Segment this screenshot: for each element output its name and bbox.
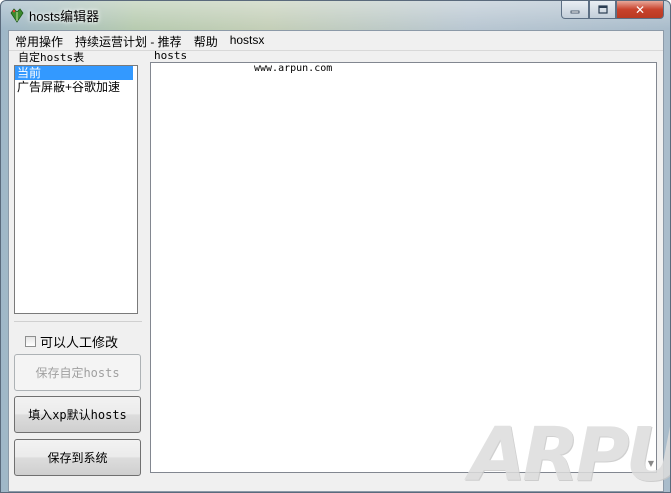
menu-bar: 常用操作 持续运营计划 - 推荐 帮助 hostsx <box>9 31 663 50</box>
menu-common-operations[interactable]: 常用操作 <box>9 31 69 50</box>
fill-xp-default-hosts-button[interactable]: 填入xp默认hosts <box>14 396 141 433</box>
save-custom-hosts-button[interactable]: 保存自定hosts <box>14 354 141 391</box>
manual-edit-checkbox[interactable] <box>25 336 36 347</box>
minimize-icon <box>570 10 580 13</box>
app-window: hosts编辑器 ✕ 常用操作 持续运营计划 - 推荐 帮助 hostsx 自定… <box>0 0 671 493</box>
close-icon: ✕ <box>634 2 646 17</box>
menu-help[interactable]: 帮助 <box>188 31 224 50</box>
hosts-editor-label: hosts <box>154 49 188 62</box>
menu-operation-plan[interactable]: 持续运营计划 - 推荐 <box>69 31 188 50</box>
list-item-current[interactable]: 当前 <box>15 66 133 80</box>
save-to-system-button[interactable]: 保存到系统 <box>14 439 141 476</box>
custom-hosts-group-label: 自定hosts表 <box>18 51 85 64</box>
app-icon <box>10 8 24 23</box>
watermark-logo: ARPUN <box>469 412 670 493</box>
title-bar[interactable]: hosts编辑器 ✕ <box>1 1 670 29</box>
close-button[interactable]: ✕ <box>616 1 664 19</box>
manual-edit-checkbox-label: 可以人工修改 <box>40 335 119 350</box>
manual-edit-checkbox-row[interactable]: 可以人工修改 <box>25 332 118 351</box>
maximize-button[interactable] <box>589 1 616 19</box>
custom-hosts-list[interactable]: 当前 广告屏蔽+谷歌加速 <box>14 65 138 314</box>
menu-divider <box>9 50 663 51</box>
window-title: hosts编辑器 <box>29 9 100 24</box>
menu-hostsx[interactable]: hostsx <box>224 31 271 50</box>
left-panel-divider <box>14 321 142 322</box>
list-item-ad-block[interactable]: 广告屏蔽+谷歌加速 <box>15 80 137 94</box>
minimize-button[interactable] <box>561 1 589 19</box>
maximize-icon <box>597 5 608 14</box>
hosts-editor-content[interactable]: www.arpun.com <box>254 63 332 74</box>
